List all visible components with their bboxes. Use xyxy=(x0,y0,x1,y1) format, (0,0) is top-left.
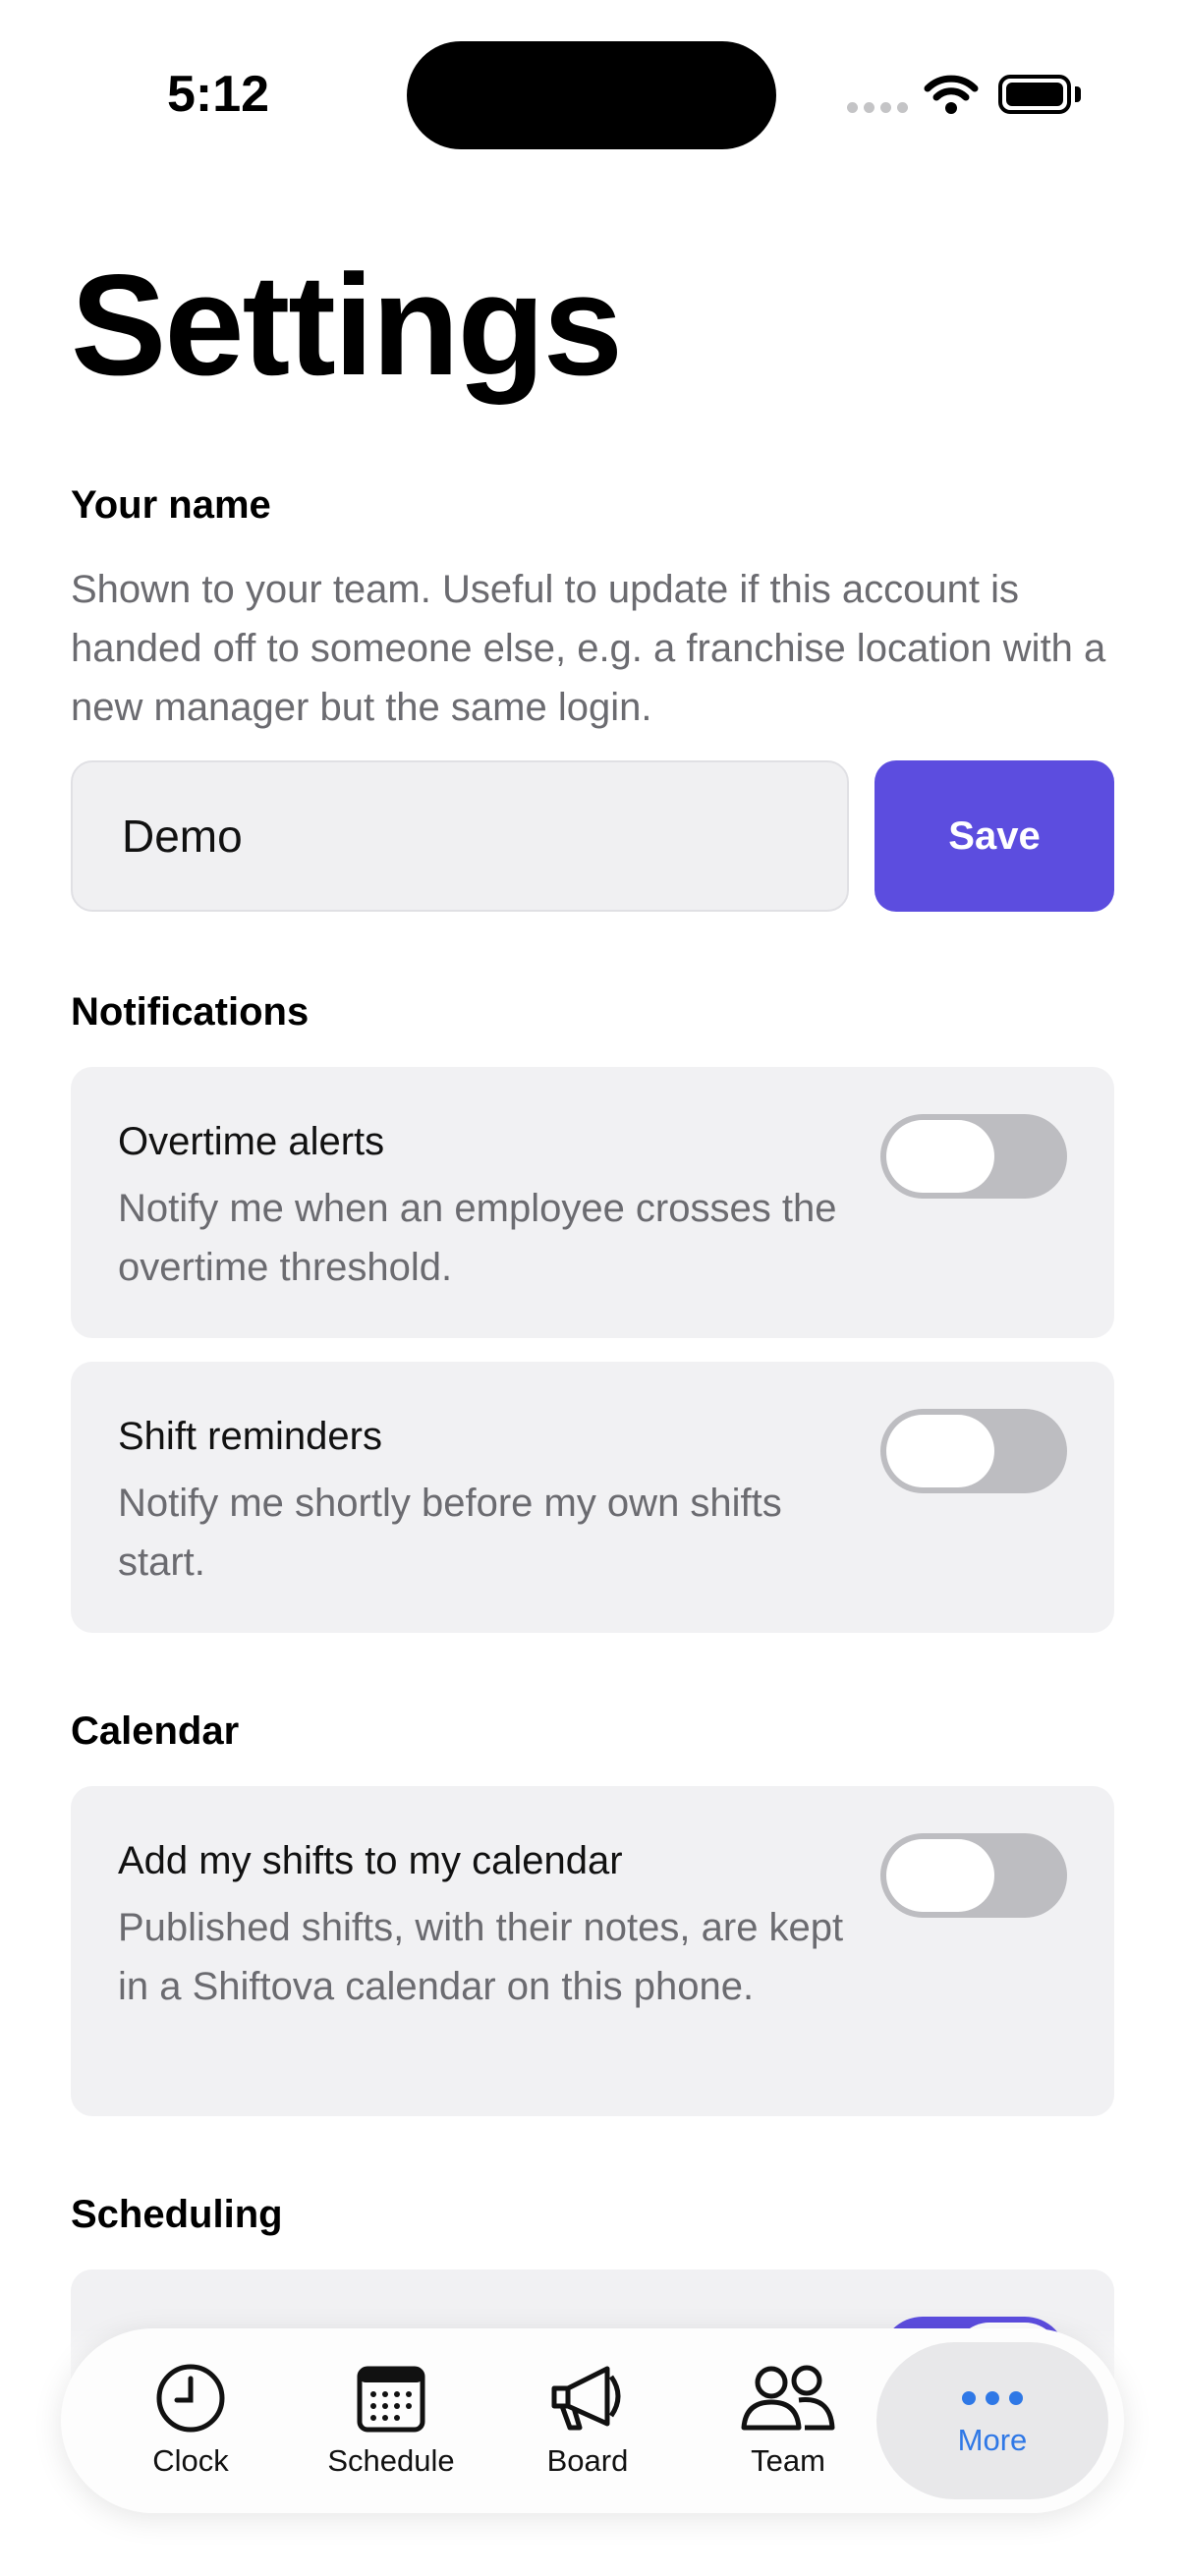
calendar-sync-card: Add my shifts to my calendar Published s… xyxy=(71,1786,1114,2116)
dynamic-island xyxy=(407,41,776,149)
shift-reminders-toggle[interactable] xyxy=(880,1409,1067,1493)
your-name-label: Your name xyxy=(71,483,271,527)
tab-label: More xyxy=(957,2423,1028,2457)
your-name-description: Shown to your team. Useful to update if … xyxy=(71,568,1106,729)
calendar-icon xyxy=(357,2366,425,2433)
name-input[interactable]: Demo xyxy=(71,760,849,912)
toggle-knob xyxy=(886,1839,994,1912)
tab-bar: Clock Schedule Board Team More xyxy=(61,2328,1124,2513)
page-title: Settings xyxy=(71,245,623,405)
shift-reminders-title: Shift reminders xyxy=(118,1415,382,1458)
tab-clock[interactable]: Clock xyxy=(92,2328,289,2513)
megaphone-icon xyxy=(551,2366,621,2431)
battery-icon xyxy=(998,75,1071,114)
scheduling-label: Scheduling xyxy=(71,2193,283,2236)
tab-board[interactable]: Board xyxy=(489,2328,686,2513)
calendar-sync-title: Add my shifts to my calendar xyxy=(118,1839,623,1882)
cellular-signal-icon xyxy=(847,102,908,113)
calendar-sync-description: Published shifts, with their notes, are … xyxy=(118,1906,844,2008)
overtime-alerts-card: Overtime alerts Notify me when an employ… xyxy=(71,1067,1114,1338)
clock-icon xyxy=(156,2364,225,2433)
toggle-knob xyxy=(886,1415,994,1487)
ellipsis-icon xyxy=(962,2391,1023,2405)
overtime-alerts-title: Overtime alerts xyxy=(118,1120,385,1163)
toggle-knob xyxy=(886,1120,994,1193)
tab-label: Board xyxy=(546,2443,629,2478)
status-time: 5:12 xyxy=(167,66,270,123)
overtime-alerts-toggle[interactable] xyxy=(880,1114,1067,1199)
shift-reminders-card: Shift reminders Notify me shortly before… xyxy=(71,1362,1114,1633)
tab-label: Clock xyxy=(152,2443,229,2478)
calendar-sync-toggle[interactable] xyxy=(880,1833,1067,1918)
tab-label: Team xyxy=(751,2443,825,2478)
tab-schedule[interactable]: Schedule xyxy=(293,2328,489,2513)
battery-nub xyxy=(1075,86,1081,102)
wifi-icon xyxy=(924,75,979,114)
tab-label: Schedule xyxy=(327,2443,455,2478)
shift-reminders-description: Notify me shortly before my own shifts s… xyxy=(118,1482,782,1584)
tab-team[interactable]: Team xyxy=(690,2328,886,2513)
people-icon xyxy=(741,2365,835,2431)
notifications-label: Notifications xyxy=(71,990,310,1034)
save-button[interactable]: Save xyxy=(875,760,1114,912)
calendar-label: Calendar xyxy=(71,1709,240,1753)
overtime-alerts-description: Notify me when an employee crosses the o… xyxy=(118,1187,837,1289)
tab-more[interactable]: More xyxy=(876,2342,1108,2499)
